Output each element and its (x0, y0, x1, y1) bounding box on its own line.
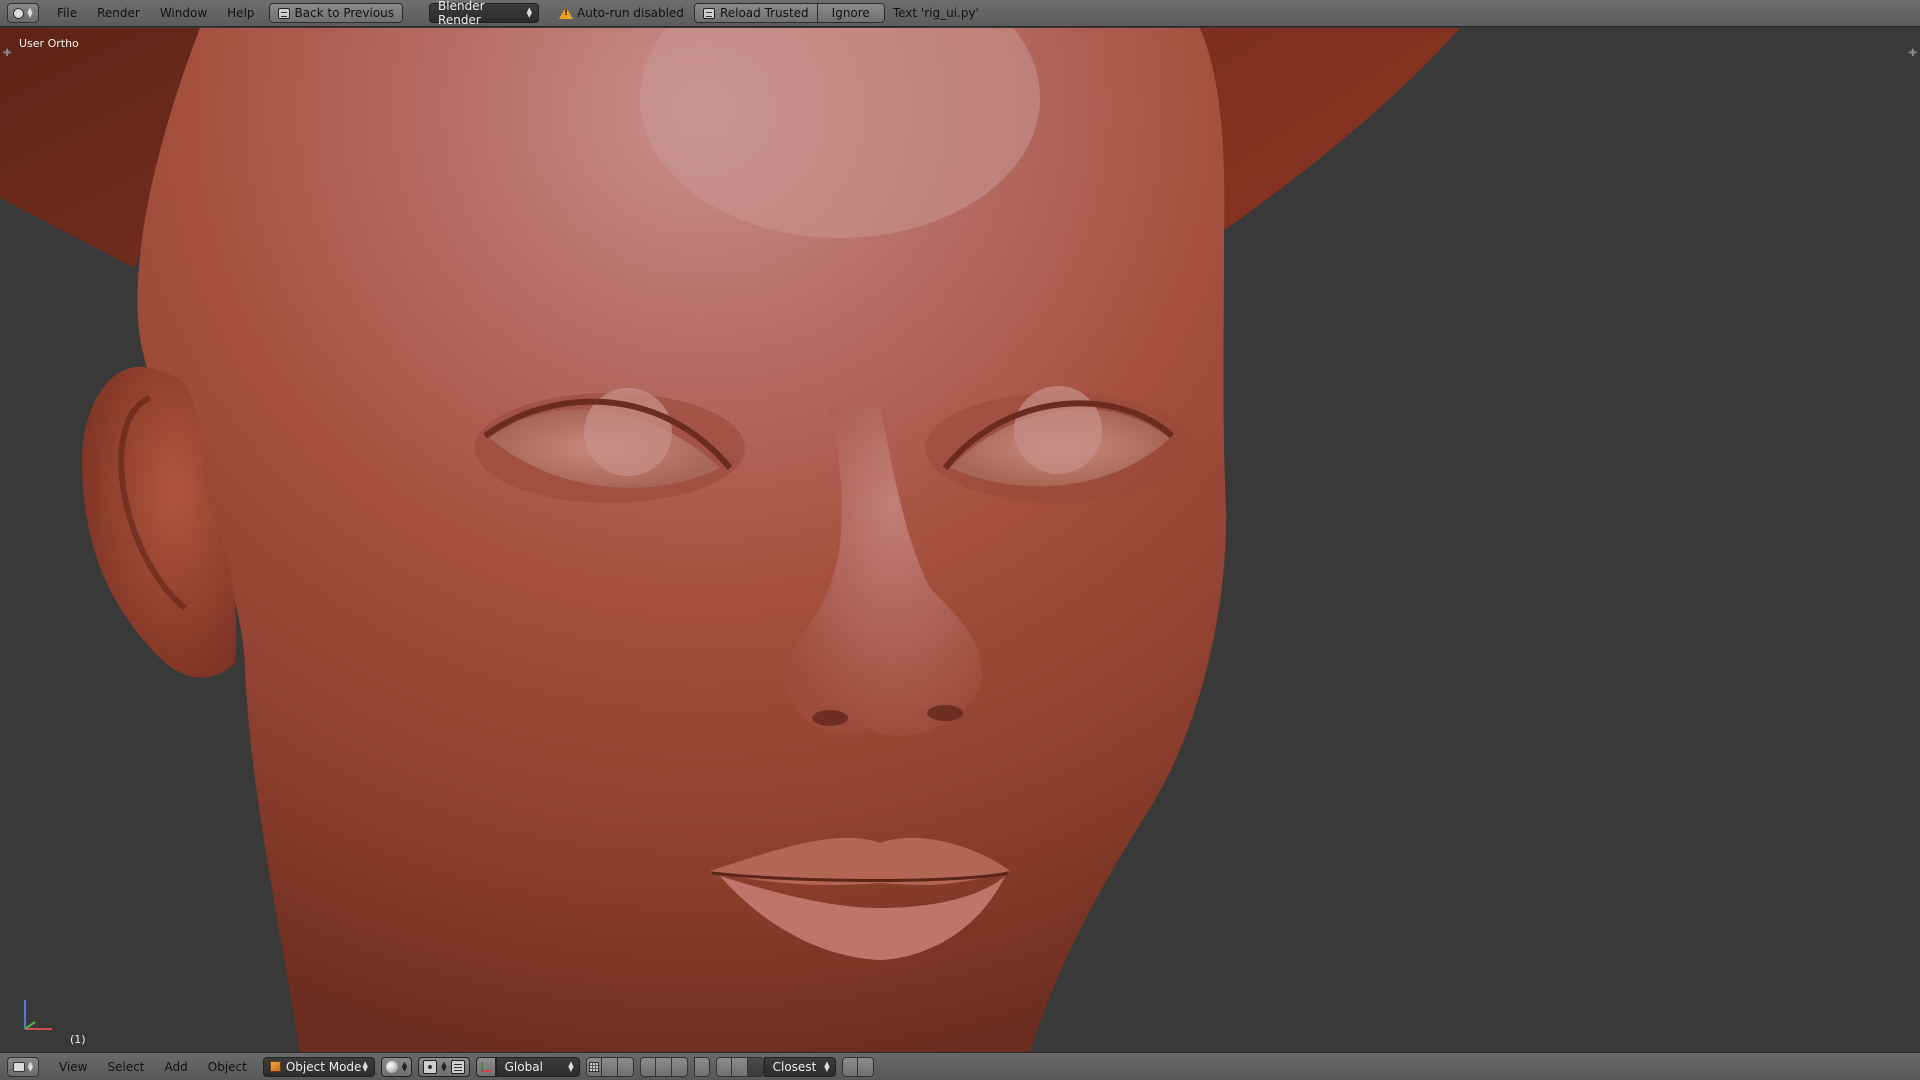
menu-select[interactable]: Select (97, 1053, 154, 1080)
viewport-shading-select[interactable]: ▲ ▼ (380, 1056, 413, 1077)
autorun-actions: Reload Trusted Ignore (693, 3, 885, 23)
3d-viewport[interactable]: User Ortho (1) ✚ ✚ (0, 28, 1920, 1052)
sculpted-head-render (0, 28, 1460, 1052)
snap-element-icon[interactable] (747, 1056, 764, 1077)
interaction-mode-select[interactable]: Object Mode ▲ ▼ (262, 1056, 375, 1077)
info-header: ▲ ▼ File Render Window Help Back to Previ… (0, 0, 1920, 27)
menu-file[interactable]: File (47, 0, 87, 27)
chevron-updown-icon: ▲ ▼ (401, 1059, 408, 1073)
proportional-edit-icon[interactable] (715, 1056, 732, 1077)
reload-icon (702, 7, 715, 19)
warning-icon (559, 7, 574, 19)
cube-icon (269, 1061, 281, 1072)
chevron-updown-icon: ▲ ▼ (568, 1059, 574, 1073)
back-to-previous-button[interactable]: Back to Previous (268, 3, 404, 23)
view-menus: View Select Add Object (49, 1053, 257, 1080)
layer-icon (588, 1061, 599, 1072)
menu-render[interactable]: Render (87, 0, 150, 27)
region-expand-right-icon[interactable]: ✚ (1909, 48, 1917, 59)
chevron-updown-icon: ▲ ▼ (824, 1059, 830, 1073)
pivot-icon (423, 1059, 438, 1074)
editor-type-selector[interactable]: ▲ ▼ (7, 1056, 39, 1077)
axis-icon (480, 1061, 491, 1072)
current-frame-label: (1) (70, 1033, 86, 1046)
menu-view[interactable]: View (49, 1053, 97, 1080)
info-icon (13, 7, 25, 19)
ignore-label: Ignore (831, 6, 870, 20)
menu-add[interactable]: Add (155, 1053, 198, 1080)
layer-button[interactable] (671, 1056, 688, 1077)
transform-orientation-icon[interactable] (475, 1056, 496, 1077)
menu-object[interactable]: Object (198, 1053, 257, 1080)
autorun-warning-text: Auto-run disabled (577, 6, 684, 20)
transform-orientation-select[interactable]: Global ▲ ▼ (495, 1056, 580, 1077)
opengl-render-animation-icon[interactable] (857, 1056, 874, 1077)
opengl-render-image-icon[interactable] (841, 1056, 858, 1077)
layer-button[interactable] (655, 1056, 672, 1077)
chevron-updown-icon: ▲ ▼ (27, 1059, 34, 1073)
3d-view-icon (12, 1061, 25, 1072)
sphere-icon (385, 1060, 398, 1073)
snap-target-value: Closest (772, 1059, 817, 1074)
reload-trusted-button[interactable]: Reload Trusted (693, 3, 818, 23)
chevron-updown-icon: ▲ ▼ (362, 1059, 368, 1073)
layer-buttons-b (639, 1056, 688, 1077)
layer-buttons-a (585, 1056, 634, 1077)
layer-lock-group (693, 1056, 710, 1077)
chevron-updown-icon: ▲ ▼ (526, 6, 533, 19)
snap-magnet-icon[interactable] (731, 1056, 748, 1077)
editor-type-selector[interactable]: ▲ ▼ (7, 3, 39, 23)
pivot-point-select[interactable]: ▲ ▼ (418, 1056, 470, 1077)
view-name-label: User Ortho (19, 37, 79, 50)
render-engine-value: Blender Render (438, 0, 485, 27)
main-menu: File Render Window Help (47, 0, 265, 27)
render-engine-select[interactable]: Blender Render ▲ ▼ (429, 0, 540, 27)
snap-group (715, 1056, 764, 1077)
mode-value: Object Mode (285, 1059, 362, 1074)
ignore-button[interactable]: Ignore (817, 3, 885, 23)
render-buttons (841, 1056, 874, 1077)
text-block-info: Text 'rig_ui.py' (892, 6, 979, 20)
menu-help[interactable]: Help (217, 0, 264, 27)
orientation-value: Global (504, 1059, 543, 1074)
3d-view-header: ▲ ▼ View Select Add Object Object Mode ▲ ▼… (0, 1052, 1920, 1080)
layer-button[interactable] (617, 1056, 634, 1077)
manipulator-icon[interactable] (450, 1059, 465, 1074)
layer-button[interactable] (585, 1056, 602, 1077)
layer-button[interactable] (639, 1056, 656, 1077)
region-expand-left-icon[interactable]: ✚ (3, 48, 11, 59)
autorun-warning: Auto-run disabled (559, 6, 684, 20)
screen-back-icon (277, 7, 290, 19)
layer-lock-icon[interactable] (693, 1056, 710, 1077)
layer-button[interactable] (601, 1056, 618, 1077)
chevron-updown-icon: ▲ ▼ (441, 1059, 447, 1073)
chevron-updown-icon: ▲ ▼ (27, 6, 33, 19)
reload-trusted-label: Reload Trusted (719, 6, 809, 20)
back-to-previous-label: Back to Previous (294, 6, 395, 20)
menu-window[interactable]: Window (150, 0, 217, 27)
snap-target-select[interactable]: Closest ▲ ▼ (763, 1056, 836, 1077)
